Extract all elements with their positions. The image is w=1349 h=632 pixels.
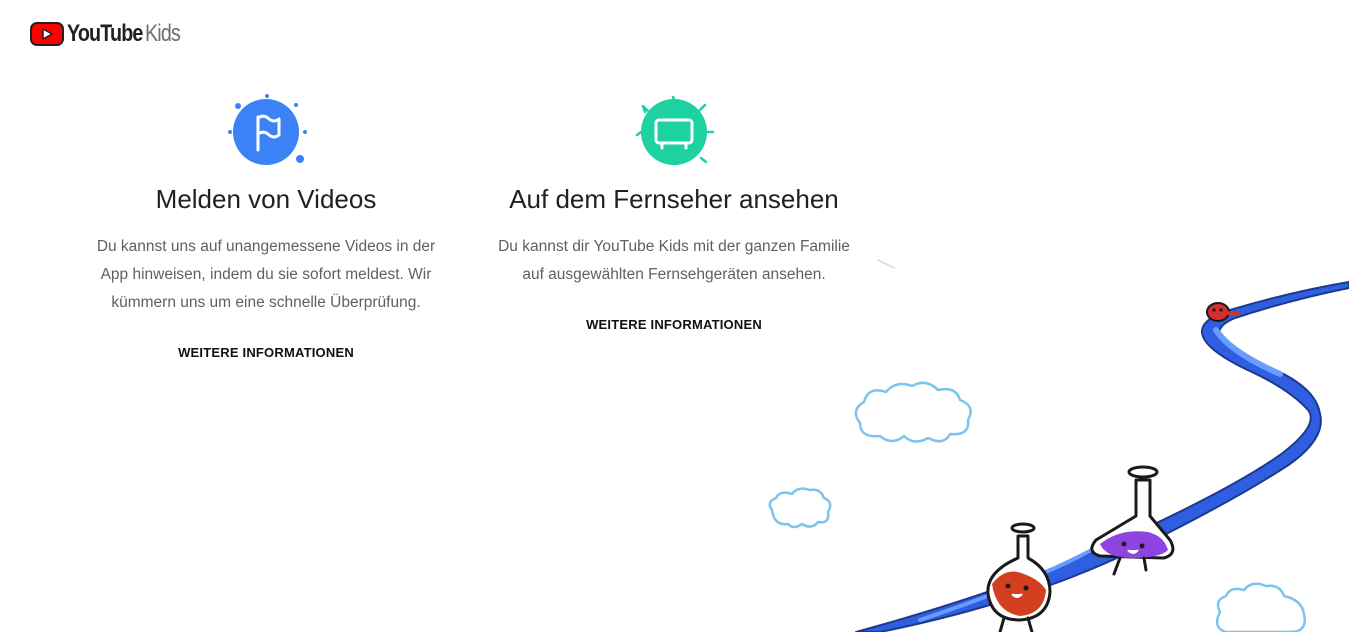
feature-report-videos: Melden von Videos Du kannst uns auf unan…: [56, 92, 476, 362]
logo-wordmark: YouTube Kids: [67, 20, 181, 48]
logo-kids-text: Kids: [144, 20, 181, 47]
flag-icon: [228, 94, 307, 165]
youtube-kids-logo[interactable]: YouTube Kids: [30, 19, 205, 49]
tv-icon: [635, 95, 715, 165]
logo-youtube-text: YouTube: [67, 20, 143, 47]
cloud-icon: [768, 487, 832, 529]
slide-illustration: [768, 259, 1349, 632]
more-info-link[interactable]: WEITERE INFORMATIONEN: [178, 345, 354, 360]
page: YouTube Kids Melden von Videos Du kannst …: [0, 0, 1349, 632]
slide-track: [855, 281, 1349, 632]
cloud-icon: [854, 381, 972, 443]
speck-mark: [877, 259, 895, 269]
more-info-link[interactable]: WEITERE INFORMATIONEN: [586, 317, 762, 332]
red-flask-character: [986, 522, 1052, 632]
cloud-icon: [1215, 582, 1306, 632]
feature-title: Melden von Videos: [155, 184, 377, 214]
feature-title: Auf dem Fernseher ansehen: [509, 184, 839, 214]
feature-description: Du kannst uns auf unangemessene Videos i…: [96, 238, 436, 311]
youtube-play-icon: [30, 22, 64, 46]
